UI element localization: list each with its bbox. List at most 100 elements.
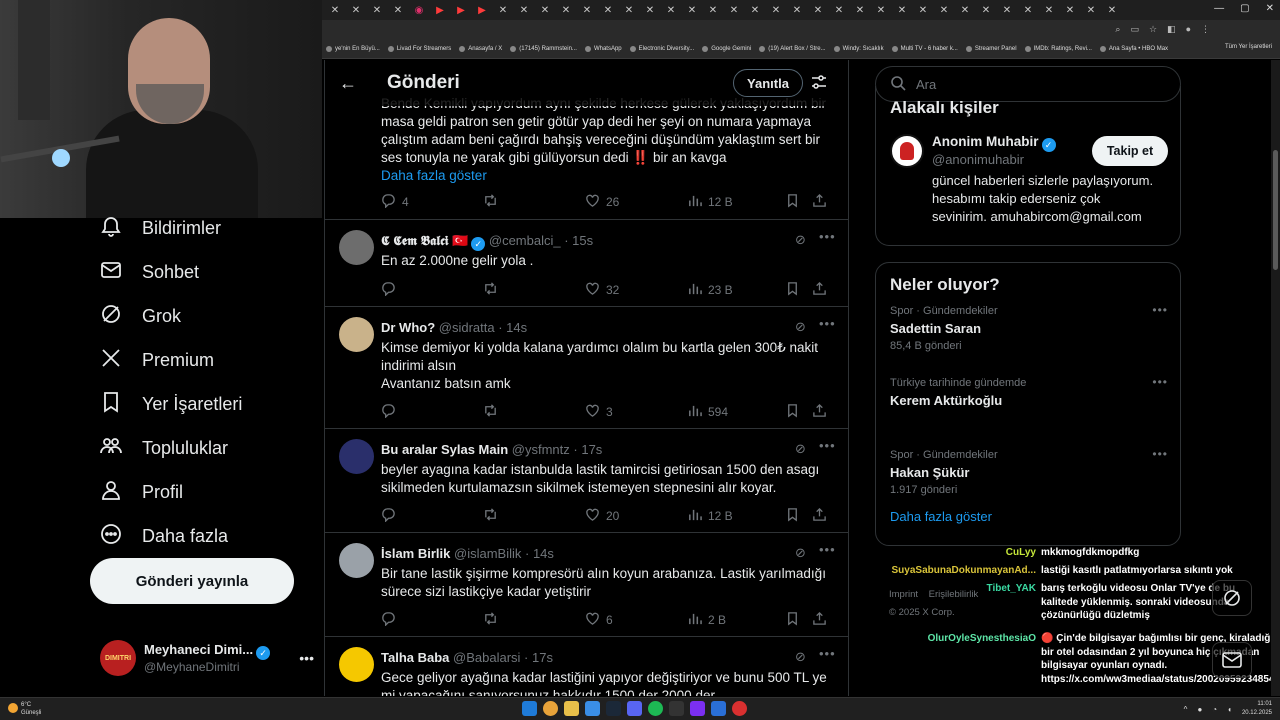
page-scrollbar[interactable] bbox=[1271, 60, 1280, 696]
browser-tab[interactable]: ✕ bbox=[599, 3, 617, 17]
app-icon[interactable] bbox=[669, 701, 684, 716]
avatar[interactable] bbox=[339, 439, 374, 474]
start-icon[interactable] bbox=[522, 701, 537, 716]
browser-tab[interactable]: ✕ bbox=[851, 3, 869, 17]
show-more-link[interactable]: Daha fazla göster bbox=[381, 167, 831, 185]
nav-item-mail[interactable]: Sohbet bbox=[90, 250, 320, 294]
post-button[interactable]: Gönderi yayınla bbox=[90, 558, 294, 604]
browser-tab[interactable]: ✕ bbox=[725, 3, 743, 17]
author-name[interactable]: Bu aralar Sylas Main bbox=[381, 442, 508, 457]
browser-tab[interactable]: ✕ bbox=[767, 3, 785, 17]
messages-overlay-icon[interactable] bbox=[1212, 642, 1252, 678]
weather-widget[interactable]: 6°C Güneşli bbox=[8, 701, 41, 717]
more-icon[interactable]: ••• bbox=[819, 438, 836, 453]
mic-icon[interactable]: ● bbox=[1197, 705, 1202, 714]
grok-icon[interactable]: ⊘ bbox=[795, 232, 806, 248]
like-button[interactable]: 32 bbox=[585, 281, 619, 299]
browser-tab[interactable]: ✕ bbox=[914, 3, 932, 17]
bookmark-button[interactable] bbox=[785, 281, 800, 299]
browser-tab[interactable]: ✕ bbox=[368, 3, 386, 17]
avatar[interactable] bbox=[339, 543, 374, 578]
browser-tab[interactable]: ✕ bbox=[809, 3, 827, 17]
cast-icon[interactable]: ▭ bbox=[1130, 24, 1139, 35]
show-more-link[interactable]: Daha fazla göster bbox=[890, 509, 1166, 524]
wifi-icon[interactable]: ◔ bbox=[1212, 705, 1217, 714]
author-name[interactable]: İslam Birlik bbox=[381, 546, 450, 561]
volume-icon[interactable]: ◖ bbox=[1227, 705, 1232, 714]
browser-tab[interactable]: ✕ bbox=[557, 3, 575, 17]
browser-tab[interactable]: ✕ bbox=[1019, 3, 1037, 17]
browser-tab[interactable]: ✕ bbox=[620, 3, 638, 17]
timestamp[interactable]: 14s bbox=[506, 320, 527, 335]
more-icon[interactable]: ••• bbox=[819, 229, 836, 244]
like-button[interactable]: 6 bbox=[585, 611, 613, 629]
spotify-icon[interactable] bbox=[648, 701, 663, 716]
timestamp[interactable]: 15s bbox=[572, 233, 593, 248]
nav-item-communities[interactable]: Topluluklar bbox=[90, 426, 320, 470]
browser-tab[interactable]: ✕ bbox=[1061, 3, 1079, 17]
bookmark-item[interactable]: Anasayfa / X bbox=[459, 46, 502, 52]
chevron-up-icon[interactable]: ^ bbox=[1184, 705, 1188, 714]
author-handle[interactable]: @islamBilik bbox=[454, 546, 521, 561]
zoom-icon[interactable]: ⌕ bbox=[1115, 24, 1120, 35]
retweet-button[interactable] bbox=[483, 193, 498, 211]
filter-icon[interactable] bbox=[811, 74, 827, 95]
extension-icon[interactable]: ◧ bbox=[1167, 24, 1176, 35]
bookmark-item[interactable]: IMDb: Ratings, Revi... bbox=[1024, 46, 1092, 52]
browser-tab[interactable]: ✕ bbox=[347, 3, 365, 17]
more-icon[interactable]: ••• bbox=[299, 650, 314, 666]
app-icon[interactable] bbox=[585, 701, 600, 716]
retweet-button[interactable] bbox=[483, 507, 498, 525]
bookmark-item[interactable]: Streamer Panel bbox=[965, 46, 1017, 52]
avatar[interactable] bbox=[339, 230, 374, 265]
bookmark-item[interactable]: Multi TV - 6 haber k... bbox=[891, 46, 958, 52]
browser-tab[interactable]: ✕ bbox=[998, 3, 1016, 17]
reply-button[interactable] bbox=[381, 611, 402, 629]
trend-item[interactable]: Türkiye tarihinde gündemde Kerem Aktürkoğ… bbox=[876, 373, 1180, 427]
account-switcher[interactable]: DIMITRI Meyhaneci Dimi... ✓ @MeyhaneDimit… bbox=[100, 636, 314, 680]
discord-icon[interactable] bbox=[627, 701, 642, 716]
grok-icon[interactable]: ⊘ bbox=[795, 649, 806, 665]
browser-tab[interactable]: ✕ bbox=[683, 3, 701, 17]
browser-tab[interactable]: ▶ bbox=[431, 3, 449, 17]
maximize-button[interactable]: ▢ bbox=[1240, 3, 1249, 14]
author-name[interactable]: 𝕮 𝕮𝖊𝖒 𝕭𝖆𝖑𝖈𝖎 🇹🇷 bbox=[381, 233, 468, 248]
views-button[interactable]: 2 B bbox=[687, 611, 726, 629]
steam-icon[interactable] bbox=[606, 701, 621, 716]
views-button[interactable]: 12 B bbox=[687, 193, 733, 211]
menu-icon[interactable]: ⋮ bbox=[1201, 24, 1210, 35]
author-handle[interactable]: @cembalci_ bbox=[489, 233, 561, 248]
timestamp[interactable]: 17s bbox=[581, 442, 602, 457]
like-button[interactable]: 20 bbox=[585, 507, 619, 525]
retweet-button[interactable] bbox=[483, 281, 498, 299]
views-button[interactable]: 23 B bbox=[687, 281, 733, 299]
browser-tab[interactable]: ▶ bbox=[473, 3, 491, 17]
reply-button[interactable] bbox=[381, 281, 402, 299]
avatar[interactable] bbox=[339, 317, 374, 352]
nav-item-bookmark[interactable]: Yer İşaretleri bbox=[90, 382, 320, 426]
post-timeline[interactable]: ← Gönderi Yanıtla Bende Kemikli yapıyord… bbox=[324, 60, 849, 696]
browser-tab[interactable]: ◉ bbox=[410, 3, 428, 17]
browser-tab[interactable]: ✕ bbox=[1082, 3, 1100, 17]
browser-tab[interactable]: ✕ bbox=[1103, 3, 1121, 17]
browser-tab[interactable]: ✕ bbox=[536, 3, 554, 17]
bookmark-button[interactable] bbox=[785, 403, 800, 421]
more-icon[interactable]: ••• bbox=[819, 542, 836, 557]
tweet[interactable]: Dr Who? @sidratta · 14s ⊘ ••• Kimse demiyor… bbox=[325, 307, 848, 429]
share-button[interactable] bbox=[812, 403, 827, 421]
chrome-icon[interactable] bbox=[543, 701, 558, 716]
retweet-button[interactable] bbox=[483, 403, 498, 421]
nav-item-person[interactable]: Profil bbox=[90, 470, 320, 514]
browser-tab[interactable]: ✕ bbox=[578, 3, 596, 17]
star-icon[interactable]: ☆ bbox=[1149, 24, 1157, 35]
all-bookmarks-link[interactable]: Tüm Yer İşaretleri bbox=[1225, 44, 1272, 50]
nav-item-grok[interactable]: Grok bbox=[90, 294, 320, 338]
bookmark-item[interactable]: Google Gemini bbox=[702, 46, 751, 52]
share-button[interactable] bbox=[812, 507, 827, 525]
author-name[interactable]: Talha Baba bbox=[381, 650, 449, 665]
reply-button[interactable]: Yanıtla bbox=[733, 69, 803, 97]
share-button[interactable] bbox=[812, 193, 827, 211]
bookmark-button[interactable] bbox=[785, 507, 800, 525]
views-button[interactable]: 12 B bbox=[687, 507, 733, 525]
tweet[interactable]: 𝕮 𝕮𝖊𝖒 𝕭𝖆𝖑𝖈𝖎 🇹🇷 ✓ @cembalci_ · 15s ⊘ ••• En a… bbox=[325, 220, 848, 307]
